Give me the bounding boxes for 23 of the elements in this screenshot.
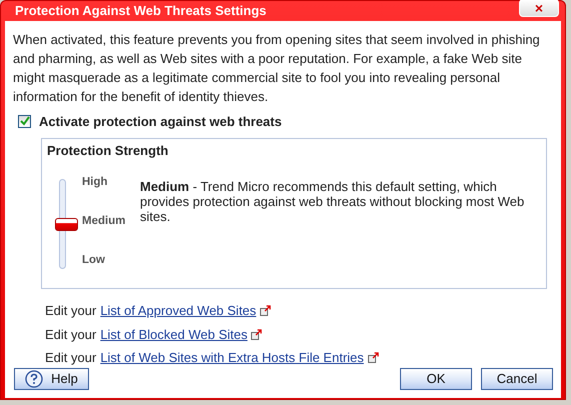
tick-label: High — [82, 174, 109, 190]
dialog-button[interactable]: OK — [400, 368, 472, 390]
link[interactable]: List of Approved Web Sites — [100, 301, 256, 320]
window-title: Protection Against Web Threats Settings — [15, 2, 266, 20]
link-prefix: Edit your — [45, 349, 96, 367]
dialog-button[interactable]: Cancel — [481, 368, 553, 390]
group-title: Protection Strength — [47, 142, 170, 160]
link[interactable]: List of Web Sites with Extra Hosts File Entries — [100, 348, 364, 368]
link-prefix: Edit your — [45, 302, 96, 320]
close-button[interactable]: × — [519, 0, 559, 17]
checkbox-label: Activate protection against web threats — [39, 112, 282, 131]
external-link-icon — [260, 305, 272, 316]
link[interactable]: List of Blocked Web Sites — [100, 324, 248, 344]
explanation-text: Medium - Trend Micro recommends this default setting, which provides protection against web threats without blocking most Web sites. — [140, 178, 526, 226]
tick-label: Low — [82, 253, 106, 268]
help-icon — [25, 370, 44, 388]
slider-thumb[interactable] — [55, 218, 78, 230]
checkbox[interactable] — [18, 114, 31, 128]
tick-label: Medium — [82, 214, 126, 229]
description-text: When activated, this feature prevents you from opening sites that seem involved in phishing and pharming, as well as Web sites with a poor reputation. For example, a fake Web site might masquerade as a legitimate commercial site to fool you into revealing personal information for the benefit of identity thieves. — [13, 30, 541, 106]
external-link-icon — [368, 352, 379, 364]
help-button[interactable]: Help — [14, 368, 89, 390]
link-prefix: Edit your — [45, 326, 96, 344]
